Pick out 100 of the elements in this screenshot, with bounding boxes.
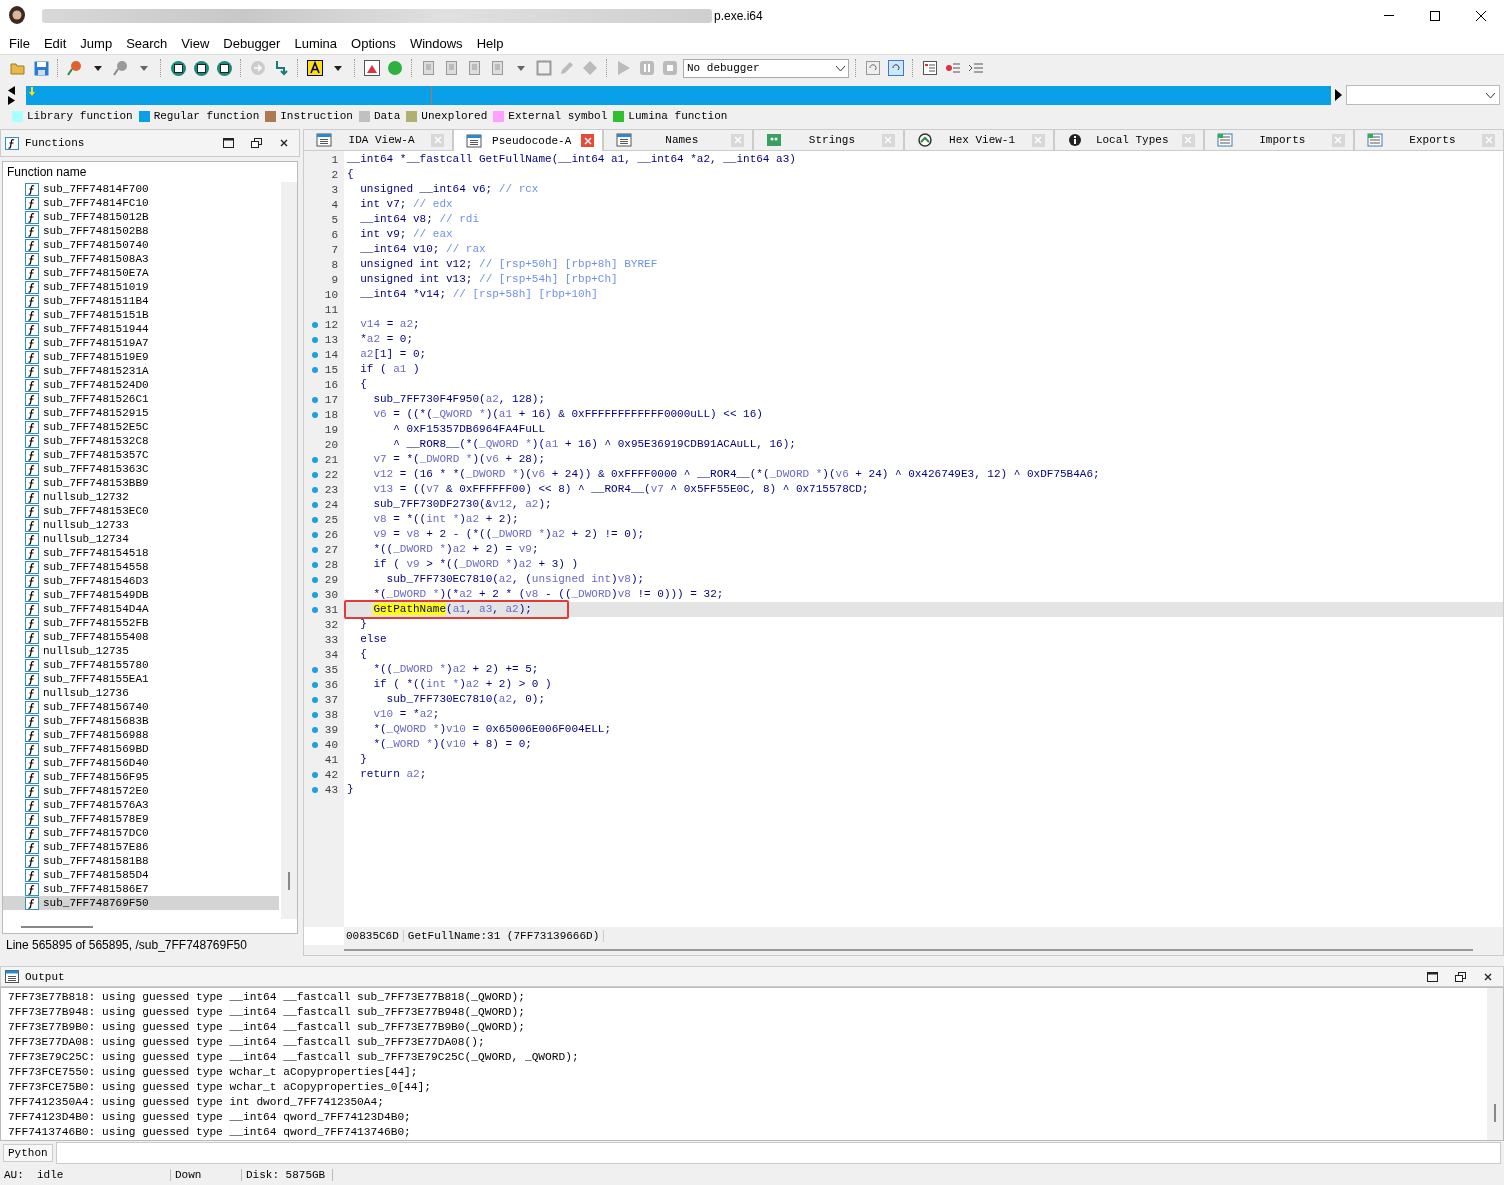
function-item[interactable]: sub_7FF748156D40: [3, 756, 279, 770]
function-item[interactable]: sub_7FF748155EA1: [3, 672, 279, 686]
function-item[interactable]: sub_7FF7481576A3: [3, 798, 279, 812]
function-item[interactable]: sub_7FF74815363C: [3, 462, 279, 476]
function-item[interactable]: sub_7FF7481578E9: [3, 812, 279, 826]
function-item[interactable]: sub_7FF74815151B: [3, 308, 279, 322]
function-item[interactable]: sub_7FF74815231A: [3, 364, 279, 378]
window-icon[interactable]: [886, 58, 906, 78]
function-item[interactable]: sub_7FF748150740: [3, 238, 279, 252]
function-item[interactable]: sub_7FF7481519A7: [3, 336, 279, 350]
scrollbar[interactable]: [288, 872, 290, 890]
breakpoint-dot[interactable]: [312, 786, 318, 793]
tab[interactable]: Exports: [1353, 129, 1504, 151]
breakpoint-dot[interactable]: [312, 546, 318, 553]
function-item[interactable]: sub_7FF7481546D3: [3, 574, 279, 588]
function-item[interactable]: sub_7FF7481572E0: [3, 784, 279, 798]
function-item[interactable]: sub_7FF7481581B8: [3, 854, 279, 868]
function-item[interactable]: sub_7FF7481569BD: [3, 742, 279, 756]
chart-icon[interactable]: [362, 58, 382, 78]
breakpoint-dot[interactable]: [312, 741, 318, 748]
list-icon[interactable]: [920, 58, 940, 78]
function-item[interactable]: sub_7FF748155780: [3, 658, 279, 672]
breakpoint-dot[interactable]: [312, 501, 318, 508]
scrollbar[interactable]: [344, 949, 1473, 951]
menu-item[interactable]: Lumina: [287, 33, 345, 53]
function-item[interactable]: sub_7FF7481585D4: [3, 868, 279, 882]
scrollbar[interactable]: [1494, 1104, 1496, 1122]
function-item[interactable]: sub_7FF748157DC0: [3, 826, 279, 840]
function-item[interactable]: sub_7FF748153BB9: [3, 476, 279, 490]
function-item[interactable]: sub_7FF7481511B4: [3, 294, 279, 308]
command-input[interactable]: [55, 1142, 1501, 1164]
function-item[interactable]: sub_7FF748156F95: [3, 770, 279, 784]
function-item[interactable]: sub_7FF7481502B8: [3, 224, 279, 238]
menu-item[interactable]: Help: [469, 33, 511, 53]
function-item[interactable]: sub_7FF748156988: [3, 728, 279, 742]
function-item[interactable]: sub_7FF748152E5C: [3, 420, 279, 434]
debugger-select[interactable]: No debugger: [683, 58, 849, 78]
breakpoint-dot[interactable]: [312, 396, 318, 403]
language-button[interactable]: Python: [3, 1144, 53, 1162]
tab[interactable]: IDA View-A: [303, 129, 454, 151]
function-item[interactable]: sub_7FF748154558: [3, 560, 279, 574]
function-item[interactable]: sub_7FF748150E7A: [3, 266, 279, 280]
breakpoint-dot[interactable]: [312, 771, 318, 778]
function-item[interactable]: sub_7FF7481526C1: [3, 392, 279, 406]
breakpoint-dot[interactable]: [312, 411, 318, 418]
breakpoint-dot[interactable]: [312, 486, 318, 493]
function-item[interactable]: sub_7FF748157E86: [3, 840, 279, 854]
left-arrow-icon[interactable]: [8, 85, 15, 95]
breakpoint-dot[interactable]: [312, 321, 318, 328]
function-item[interactable]: sub_7FF748156740: [3, 700, 279, 714]
breakpoint-dot[interactable]: [312, 366, 318, 373]
tab[interactable]: Names: [603, 129, 754, 151]
pause-icon[interactable]: [637, 58, 657, 78]
function-item[interactable]: nullsub_12732: [3, 490, 279, 504]
function-item[interactable]: nullsub_12734: [3, 532, 279, 546]
menu-item[interactable]: Debugger: [216, 33, 288, 53]
breakpoint-dot[interactable]: [312, 726, 318, 733]
function-item[interactable]: sub_7FF74815012B: [3, 210, 279, 224]
breakpoint-dot[interactable]: [312, 606, 318, 613]
breakpoint-dot[interactable]: [312, 591, 318, 598]
function-item[interactable]: sub_7FF7481532C8: [3, 434, 279, 448]
function-item[interactable]: nullsub_12736: [3, 686, 279, 700]
breakpoint-dot[interactable]: [312, 531, 318, 538]
function-item[interactable]: sub_7FF748155408: [3, 630, 279, 644]
breakpoint-dot[interactable]: [312, 471, 318, 478]
tab[interactable]: Strings: [753, 129, 904, 151]
function-item[interactable]: sub_7FF7481508A3: [3, 252, 279, 266]
function-item[interactable]: sub_7FF748151944: [3, 322, 279, 336]
function-item[interactable]: sub_7FF74814F700: [3, 182, 279, 196]
breakpoint-dot[interactable]: [312, 456, 318, 463]
function-item[interactable]: sub_7FF7481524D0: [3, 378, 279, 392]
function-item[interactable]: sub_7FF748152915: [3, 406, 279, 420]
function-item[interactable]: sub_7FF748151019: [3, 280, 279, 294]
breakpoint-dot[interactable]: [312, 711, 318, 718]
tab[interactable]: Imports: [1203, 129, 1354, 151]
breakpoint-dot[interactable]: [312, 561, 318, 568]
function-item[interactable]: sub_7FF74815357C: [3, 448, 279, 462]
breakpoint-dot[interactable]: [312, 351, 318, 358]
function-item[interactable]: nullsub_12735: [3, 644, 279, 658]
close-icon[interactable]: [581, 134, 595, 147]
window-icon[interactable]: [863, 58, 883, 78]
breakpoint-dot[interactable]: [312, 336, 318, 343]
menu-item[interactable]: Options: [344, 33, 403, 53]
function-item[interactable]: nullsub_12733: [3, 518, 279, 532]
function-item[interactable]: sub_7FF74814FC10: [3, 196, 279, 210]
scrollbar[interactable]: [21, 926, 93, 928]
breakpoint-dot[interactable]: [312, 516, 318, 523]
tab[interactable]: Local Types: [1053, 129, 1204, 151]
function-item[interactable]: sub_7FF748154D4A: [3, 602, 279, 616]
menu-item[interactable]: File: [2, 33, 37, 53]
breakpoint-dot[interactable]: [312, 576, 318, 583]
text-color-icon[interactable]: [305, 58, 325, 78]
menu-item[interactable]: View: [174, 33, 217, 53]
function-item[interactable]: sub_7FF7481549DB: [3, 588, 279, 602]
tab[interactable]: Pseudocode-A: [453, 129, 604, 151]
stop-icon[interactable]: [660, 58, 680, 78]
function-item[interactable]: sub_7FF7481552FB: [3, 616, 279, 630]
menu-item[interactable]: Windows: [402, 33, 470, 53]
right-arrow-icon[interactable]: [8, 95, 15, 105]
function-item[interactable]: sub_7FF748769F50: [3, 896, 279, 910]
